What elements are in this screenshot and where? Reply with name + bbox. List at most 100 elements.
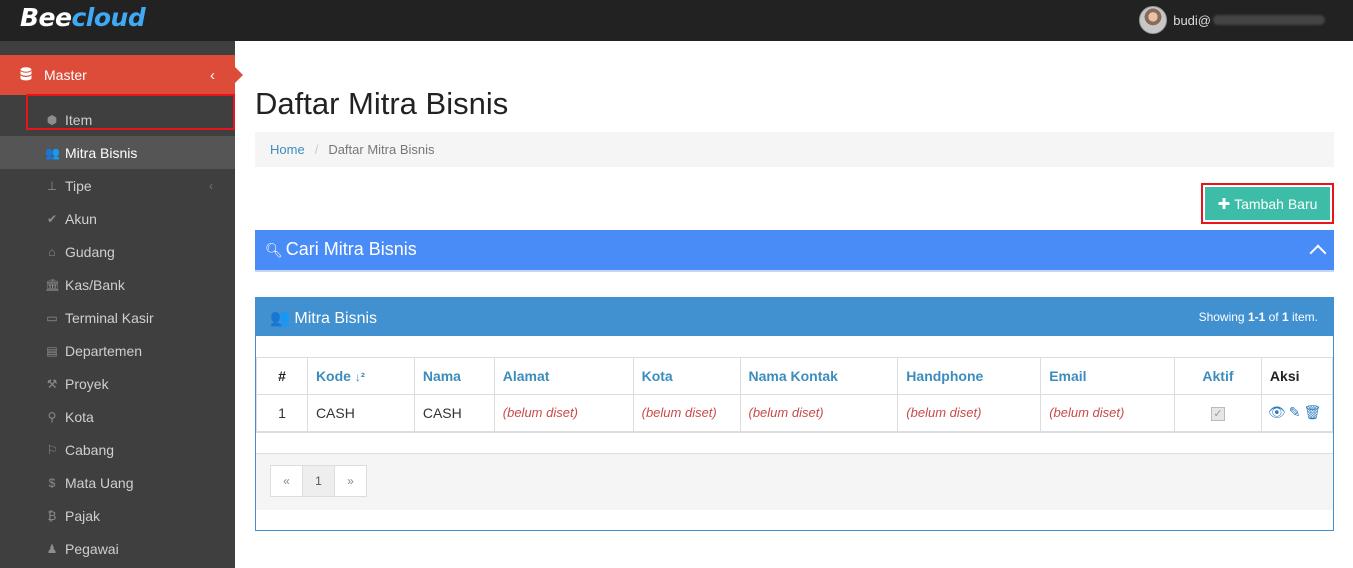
sidebar-item-label: Akun (65, 210, 97, 227)
sidebar-item-akun[interactable]: ✔ Akun (0, 202, 235, 235)
database-icon (18, 66, 34, 84)
cell-kode: CASH (306, 394, 415, 433)
cell-alamat: (belum diset) (493, 394, 634, 433)
search-panel-title: Cari Mitra Bisnis (285, 239, 417, 259)
pagination-next[interactable]: » (334, 464, 367, 497)
brand-logo[interactable]: Beecloud (20, 3, 146, 32)
edit-icon[interactable]: ✎ (1289, 404, 1301, 420)
sidebar-item-label: Departemen (65, 342, 143, 359)
cell-handphone: (belum diset) (897, 394, 1042, 433)
redacted-email (1213, 15, 1325, 25)
brand-part1: Bee (20, 3, 72, 32)
summary-mid: of (1265, 310, 1282, 324)
col-header-nama[interactable]: Nama (413, 357, 495, 395)
col-header-no: # (256, 357, 308, 395)
flag-icon: ⚐ (46, 442, 58, 457)
sidebar-section-master[interactable]: Master ‹ (0, 55, 243, 95)
summary-range: 1-1 (1247, 310, 1266, 324)
breadcrumb: Home / Daftar Mitra Bisnis (255, 132, 1334, 167)
bitcoin-icon: ₿ (47, 508, 57, 523)
avatar (1139, 6, 1168, 34)
sidebar-item-mata-uang[interactable]: $ Mata Uang (0, 466, 235, 499)
col-header-email[interactable]: Email (1040, 357, 1176, 395)
cell-no: 1 (256, 394, 308, 433)
hammer-icon: ⚒ (46, 376, 58, 391)
sidebar-item-label: Gudang (65, 243, 115, 260)
col-header-kota[interactable]: Kota (632, 357, 741, 395)
sidebar-item-label: Mitra Bisnis (65, 144, 138, 161)
plus-icon: ✚ (1217, 195, 1231, 213)
sidebar-item-label: Pajak (65, 507, 101, 524)
check-icon: ✔ (46, 211, 58, 226)
sidebar-item-departemen[interactable]: ▤ Departemen (0, 334, 235, 367)
user-menu[interactable]: budi@ (1139, 5, 1325, 35)
sidebar-section-label: Master (44, 67, 87, 83)
sidebar-item-label: Kas/Bank (65, 276, 125, 293)
cell-aksi: 👁︎ ✎ 🗑︎ (1260, 394, 1334, 433)
cell-aktif: ✓ (1174, 394, 1262, 433)
grid-panel-title: Mitra Bisnis (294, 310, 378, 327)
top-navbar: Beecloud budi@ (0, 0, 1353, 41)
home-icon: ⌂ (48, 244, 56, 259)
grid-panel: 👥 Mitra Bisnis Showing 1-1 of 1 item. # … (255, 297, 1334, 531)
cell-kota: (belum diset) (632, 394, 741, 433)
sidebar-item-kota[interactable]: ⚲ Kota (0, 400, 235, 433)
grid-summary: Showing 1-1 of 1 item. (1199, 310, 1318, 324)
aktif-checkbox: ✓ (1210, 407, 1225, 422)
add-new-label: Tambah Baru (1234, 195, 1318, 212)
table-header-row: # Kode ↓² Nama Alamat Kota Nama Kontak H… (256, 357, 1334, 395)
sidebar-item-pegawai[interactable]: ♟ Pegawai (0, 532, 235, 565)
sidebar-item-cabang[interactable]: ⚐ Cabang (0, 433, 235, 466)
cell-nama-kontak: (belum diset) (739, 394, 899, 433)
pagination-page-1[interactable]: 1 (302, 464, 335, 497)
pagination-area: « 1 » (256, 453, 1333, 510)
breadcrumb-separator: / (314, 142, 319, 157)
sidebar-item-label: Cabang (65, 441, 115, 458)
sidebar-item-label: Pegawai (65, 540, 119, 557)
users-icon: 👥 (45, 145, 60, 160)
sidebar-item-gudang[interactable]: ⌂ Gudang (0, 235, 235, 268)
col-header-kode-label: Kode (315, 368, 351, 384)
users-icon: 👥 (270, 310, 290, 327)
map-marker-icon: ⚲ (47, 409, 57, 424)
add-button-highlight: ✚ Tambah Baru (1201, 183, 1334, 224)
sidebar-menu: ⬢ Item 👥 Mitra Bisnis ⊥ Tipe ‹ ✔ Akun ⌂ Gudang… (0, 103, 235, 565)
monitor-icon: ▭ (46, 310, 58, 325)
chevron-up-icon[interactable] (1309, 244, 1327, 262)
sidebar-item-label: Terminal Kasir (65, 309, 154, 326)
mitra-table: # Kode ↓² Nama Alamat Kota Nama Kontak H… (256, 357, 1334, 433)
view-icon[interactable]: 👁︎ (1268, 404, 1286, 420)
col-header-alamat[interactable]: Alamat (493, 357, 634, 395)
search-panel-title-wrap: 🔍︎ Cari Mitra Bisnis (265, 239, 417, 260)
sidebar-item-pajak[interactable]: ₿ Pajak (0, 499, 235, 532)
sidebar-item-tipe[interactable]: ⊥ Tipe ‹ (0, 169, 235, 202)
clipboard-icon: ▤ (46, 343, 58, 358)
col-header-nama-kontak[interactable]: Nama Kontak (739, 357, 899, 395)
table-footer-spacer (256, 433, 1333, 454)
col-header-kode[interactable]: Kode ↓² (306, 357, 415, 395)
col-header-handphone[interactable]: Handphone (897, 357, 1042, 395)
bank-icon: 🏛 (45, 277, 61, 292)
highlight-box-sidebar (26, 94, 235, 130)
sidebar-item-mitra-bisnis[interactable]: 👥 Mitra Bisnis (0, 136, 235, 169)
add-new-button[interactable]: ✚ Tambah Baru (1205, 187, 1330, 220)
sidebar-item-proyek[interactable]: ⚒ Proyek (0, 367, 235, 400)
sidebar-item-label: Tipe (65, 177, 92, 194)
col-header-aksi: Aksi (1260, 357, 1334, 395)
cell-nama: CASH (413, 394, 495, 433)
col-header-aktif[interactable]: Aktif (1174, 357, 1262, 395)
sidebar-item-kas-bank[interactable]: 🏛 Kas/Bank (0, 268, 235, 301)
summary-suffix: item. (1288, 310, 1318, 324)
chevron-left-icon: ‹ (210, 66, 215, 84)
active-notch (235, 67, 243, 83)
summary-total: 1 (1281, 310, 1289, 324)
breadcrumb-home-link[interactable]: Home (270, 142, 305, 157)
delete-icon[interactable]: 🗑︎ (1303, 404, 1321, 420)
sidebar-item-label: Proyek (65, 375, 109, 392)
sort-ascending-icon: ↓² (354, 370, 365, 384)
summary-prefix: Showing (1198, 310, 1248, 324)
sidebar-item-terminal-kasir[interactable]: ▭ Terminal Kasir (0, 301, 235, 334)
pagination-prev[interactable]: « (270, 464, 303, 497)
chevron-left-icon: ‹ (209, 178, 213, 193)
search-panel-header[interactable]: 🔍︎ Cari Mitra Bisnis (255, 230, 1334, 272)
